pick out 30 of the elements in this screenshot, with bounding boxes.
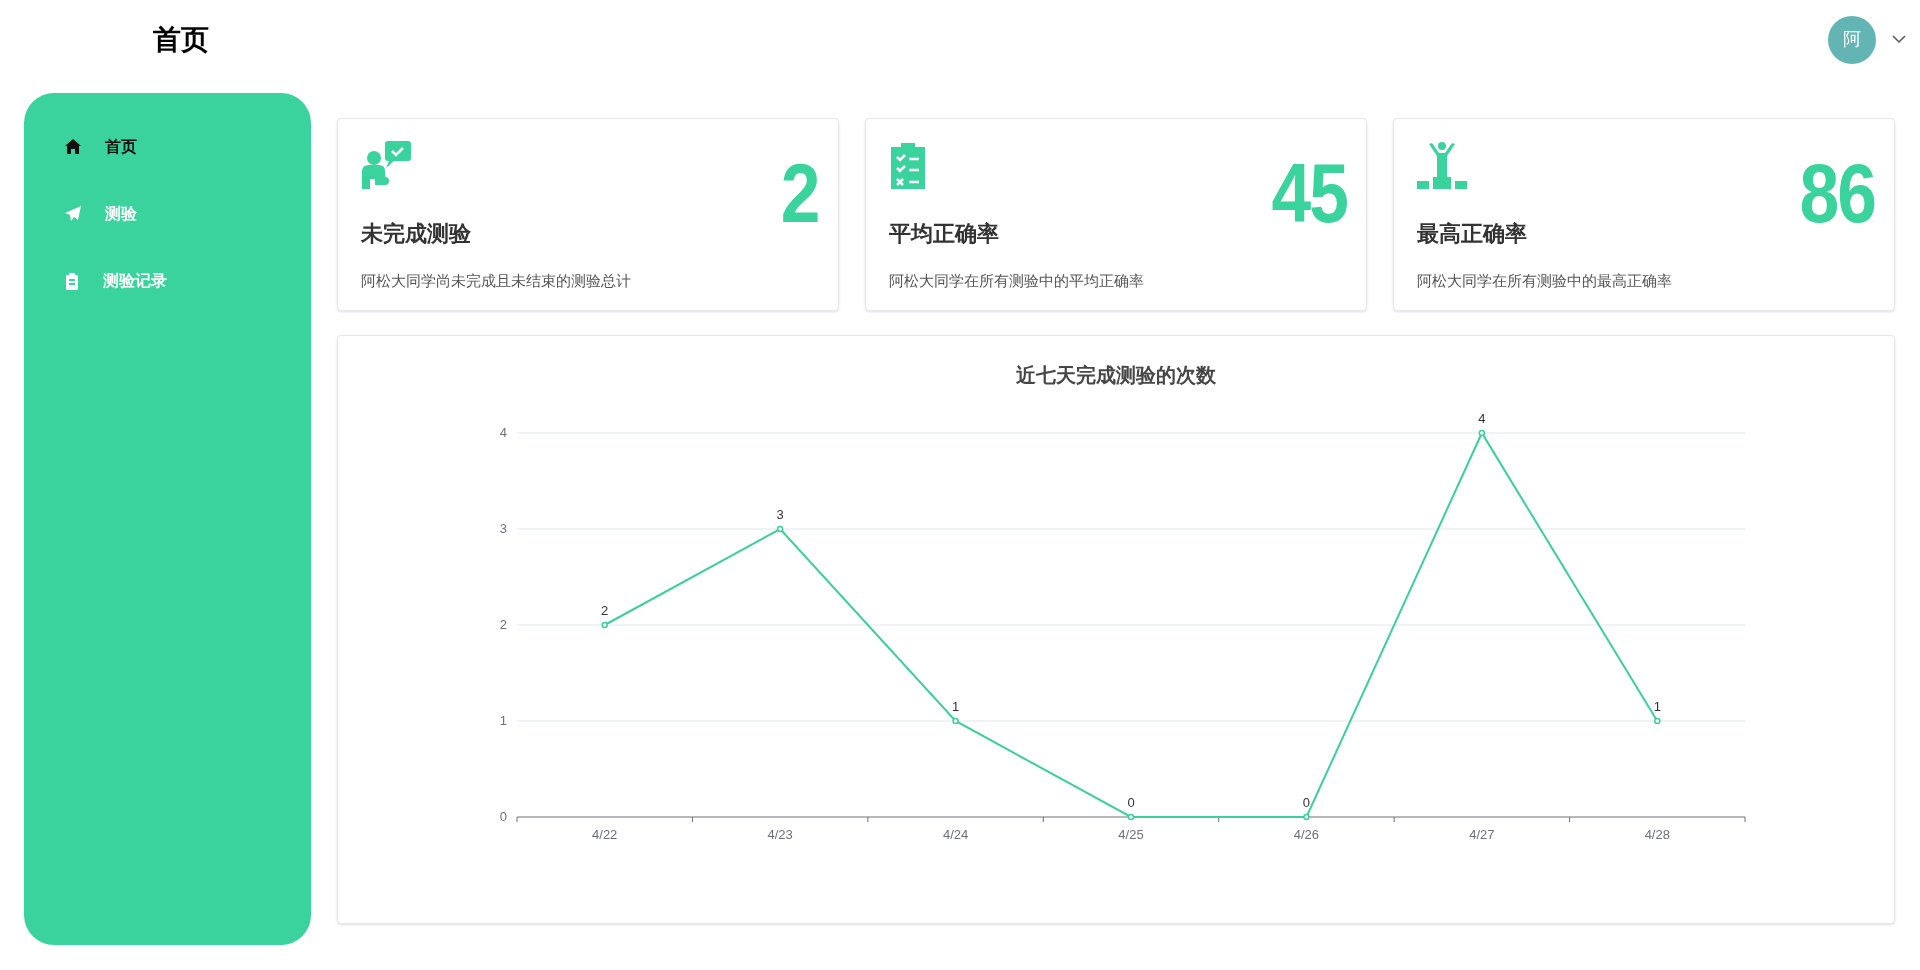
x-tick-label: 4/27 [1469, 827, 1495, 842]
data-label: 2 [601, 603, 609, 618]
stat-value: 86 [1799, 151, 1875, 235]
data-label: 0 [1302, 795, 1311, 810]
y-tick-label: 4 [499, 425, 507, 440]
x-tick-label: 4/24 [942, 827, 969, 842]
x-tick-label: 4/26 [1293, 827, 1320, 842]
x-tick-label: 4/23 [767, 827, 793, 842]
card-description: 阿松大同学在所有测验中的平均正确率 [889, 271, 1145, 291]
stat-value: 45 [1271, 151, 1347, 235]
page-title: 首页 [153, 22, 209, 57]
data-label: 1 [1653, 699, 1661, 714]
chart-title: 近七天完成测验的次数 [1016, 363, 1216, 388]
y-tick-label: 2 [499, 617, 507, 632]
y-tick-label: 0 [499, 809, 507, 824]
x-tick-label: 4/22 [592, 827, 618, 842]
stat-value: 2 [781, 151, 819, 235]
card-description: 阿松大同学在所有测验中的最高正确率 [1417, 271, 1673, 291]
y-tick-label: 3 [499, 521, 507, 536]
card-title: 平均正确率 [889, 220, 1000, 248]
x-tick-label: 4/28 [1644, 827, 1670, 842]
card-title: 最高正确率 [1417, 220, 1528, 248]
data-label: 3 [776, 507, 784, 522]
card-title: 未完成测验 [361, 220, 472, 248]
data-label: 4 [1478, 411, 1486, 426]
y-tick-label: 1 [499, 713, 507, 728]
data-label: 0 [1127, 795, 1135, 810]
data-label: 1 [951, 699, 960, 714]
card-description: 阿松大同学尚未完成且未结束的测验总计 [361, 271, 632, 291]
x-tick-label: 4/25 [1118, 827, 1144, 842]
